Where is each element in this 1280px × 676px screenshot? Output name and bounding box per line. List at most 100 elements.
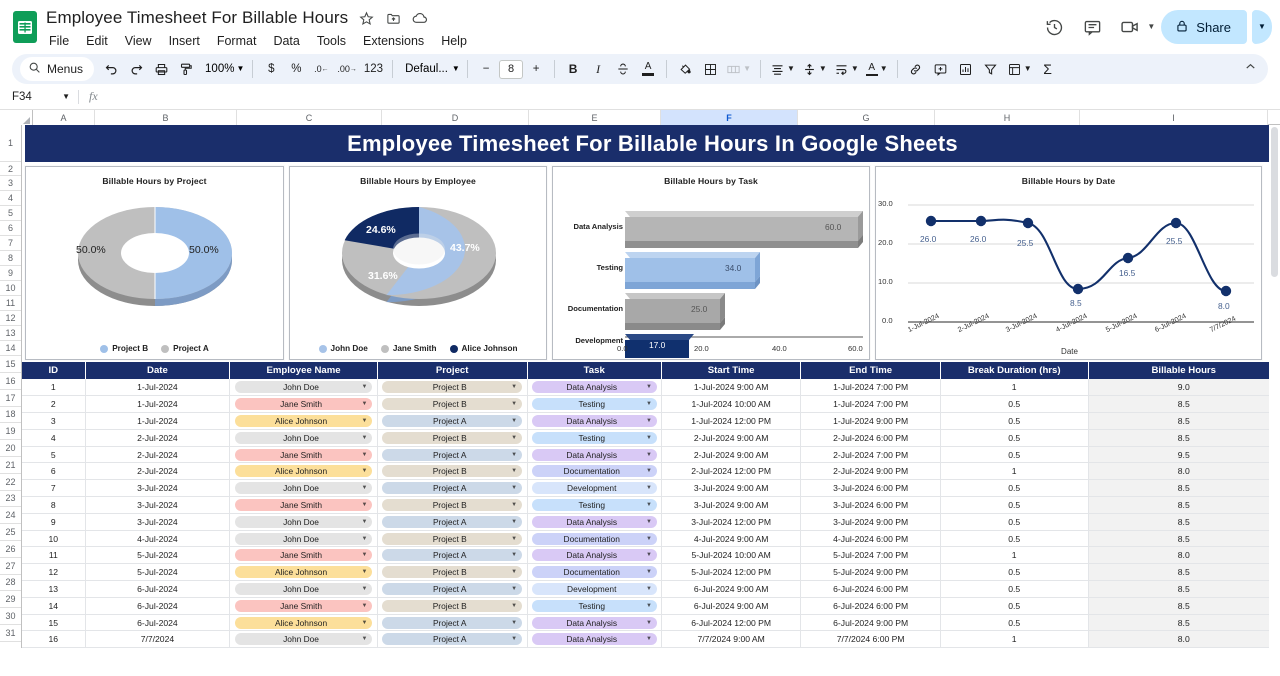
chevron-down-icon[interactable]: ▼ <box>511 435 517 441</box>
dropdown-chip[interactable]: Project A ▼ <box>382 633 523 646</box>
cell-task[interactable]: Data Analysis ▼ <box>527 513 662 531</box>
dropdown-chip[interactable]: John Doe ▼ <box>234 532 373 545</box>
cell-id[interactable]: 12 <box>22 563 86 582</box>
row-header-29[interactable]: 29 <box>0 591 21 609</box>
cell-project[interactable]: Project A ▼ <box>377 630 528 649</box>
dropdown-chip[interactable]: Project A ▼ <box>382 582 523 595</box>
version-history-icon[interactable] <box>1037 10 1071 44</box>
cell-project[interactable]: Project A ▼ <box>377 546 528 565</box>
chevron-down-icon[interactable]: ▼ <box>361 435 367 441</box>
cell-date[interactable]: 1-Jul-2024 <box>85 395 231 414</box>
th-employee[interactable]: Employee Name <box>229 362 378 379</box>
chevron-down-icon[interactable]: ▼ <box>511 569 517 575</box>
dropdown-chip[interactable]: Project B ▼ <box>382 431 523 444</box>
cell-employee[interactable]: John Doe ▼ <box>229 630 378 649</box>
cell-project[interactable]: Project A ▼ <box>377 412 528 430</box>
row-header-5[interactable]: 5 <box>0 206 21 221</box>
cell-date[interactable]: 2-Jul-2024 <box>85 429 231 447</box>
bold-button[interactable]: B <box>561 57 585 81</box>
chevron-down-icon[interactable]: ▼ <box>646 435 652 441</box>
chevron-down-icon[interactable]: ▼ <box>361 418 367 424</box>
chevron-down-icon[interactable]: ▼ <box>646 384 652 390</box>
cell-break-duration[interactable]: 0.5 <box>940 496 1089 514</box>
cell-id[interactable]: 15 <box>22 614 86 632</box>
chevron-down-icon[interactable]: ▼ <box>646 418 652 424</box>
cell-id[interactable]: 4 <box>22 429 86 447</box>
row-header-28[interactable]: 28 <box>0 575 21 592</box>
table-row[interactable]: 13 6-Jul-2024 John Doe ▼ Project A ▼ Developme… <box>22 580 1280 598</box>
cell-billable-hours[interactable]: 8.5 <box>1088 597 1280 615</box>
cell-task[interactable]: Testing ▼ <box>527 496 662 514</box>
column-header-B[interactable]: B <box>95 110 237 125</box>
cell-billable-hours[interactable]: 9.0 <box>1088 379 1280 397</box>
cell-break-duration[interactable]: 0.5 <box>940 530 1089 548</box>
vertical-scrollbar[interactable] <box>1269 125 1280 673</box>
row-header-1[interactable]: 1 <box>0 125 21 162</box>
cell-start-time[interactable]: 2-Jul-2024 9:00 AM <box>661 446 802 464</box>
name-box[interactable]: F34 ▼ <box>0 84 78 109</box>
cell-task[interactable]: Documentation ▼ <box>527 462 662 481</box>
cell-billable-hours[interactable]: 8.5 <box>1088 479 1280 498</box>
cell-break-duration[interactable]: 0.5 <box>940 597 1089 615</box>
cell-break-duration[interactable]: 0.5 <box>940 446 1089 464</box>
cell-task[interactable]: Development ▼ <box>527 580 662 598</box>
chevron-down-icon[interactable]: ▼ <box>646 569 652 575</box>
chevron-down-icon[interactable]: ▼ <box>646 636 652 642</box>
dropdown-chip[interactable]: Alice Johnson ▼ <box>234 616 373 629</box>
chevron-down-icon[interactable]: ▼ <box>511 452 517 458</box>
chevron-down-icon[interactable]: ▼ <box>646 452 652 458</box>
cell-task[interactable]: Documentation ▼ <box>527 530 662 548</box>
fill-color-icon[interactable] <box>673 57 697 81</box>
dropdown-chip[interactable]: Data Analysis ▼ <box>531 381 657 394</box>
cell-end-time[interactable]: 3-Jul-2024 6:00 PM <box>800 479 941 498</box>
cloud-saved-icon[interactable] <box>411 9 429 27</box>
cell-task[interactable]: Testing ▼ <box>527 395 662 414</box>
cell-break-duration[interactable]: 0.5 <box>940 479 1089 498</box>
table-row[interactable]: 5 2-Jul-2024 Jane Smith ▼ Project A ▼ Data Ana… <box>22 446 1280 464</box>
chart-billable-hours-by-project[interactable]: Billable Hours by Project 50.0% 50.0% Pr… <box>25 166 284 360</box>
cell-project[interactable]: Project A ▼ <box>377 614 528 632</box>
table-row[interactable]: 3 1-Jul-2024 Alice Johnson ▼ Project A ▼ Data … <box>22 412 1280 430</box>
row-header-9[interactable]: 9 <box>0 266 21 281</box>
cell-billable-hours[interactable]: 8.5 <box>1088 496 1280 514</box>
cell-end-time[interactable]: 5-Jul-2024 9:00 PM <box>800 563 941 582</box>
collapse-toolbar-icon[interactable] <box>1243 59 1258 79</box>
cell-break-duration[interactable]: 0.5 <box>940 429 1089 447</box>
table-row[interactable]: 15 6-Jul-2024 Alice Johnson ▼ Project A ▼ Data… <box>22 614 1280 632</box>
share-caret-icon[interactable]: ▼ <box>1252 10 1272 44</box>
row-header-23[interactable]: 23 <box>0 491 21 508</box>
merge-cells-icon[interactable]: ▼ <box>723 57 754 81</box>
cell-project[interactable]: Project B ▼ <box>377 597 528 615</box>
cell-task[interactable]: Data Analysis ▼ <box>527 379 662 397</box>
text-rotation-icon[interactable]: A ▼ <box>863 57 891 81</box>
cell-end-time[interactable]: 2-Jul-2024 6:00 PM <box>800 429 941 447</box>
cell-employee[interactable]: Jane Smith ▼ <box>229 446 378 464</box>
dropdown-chip[interactable]: Documentation ▼ <box>531 465 657 478</box>
chevron-down-icon[interactable]: ▼ <box>361 636 367 642</box>
cell-billable-hours[interactable]: 8.5 <box>1088 429 1280 447</box>
cell-project[interactable]: Project B ▼ <box>377 530 528 548</box>
cell-billable-hours[interactable]: 8.5 <box>1088 395 1280 414</box>
row-header-21[interactable]: 21 <box>0 457 21 474</box>
th-id[interactable]: ID <box>22 362 86 379</box>
cell-id[interactable]: 7 <box>22 479 86 498</box>
dropdown-chip[interactable]: Jane Smith ▼ <box>234 549 373 562</box>
dropdown-chip[interactable]: Project B ▼ <box>382 599 523 612</box>
cell-end-time[interactable]: 6-Jul-2024 6:00 PM <box>800 580 941 598</box>
chevron-down-icon[interactable]: ▼ <box>646 536 652 542</box>
dropdown-chip[interactable]: Documentation ▼ <box>531 532 657 545</box>
dropdown-chip[interactable]: John Doe ▼ <box>234 381 373 394</box>
cell-employee[interactable]: Alice Johnson ▼ <box>229 412 378 430</box>
vertical-align-icon[interactable]: ▼ <box>799 57 830 81</box>
chevron-down-icon[interactable]: ▼ <box>361 552 367 558</box>
row-header-30[interactable]: 30 <box>0 608 21 625</box>
row-header-20[interactable]: 20 <box>0 440 21 457</box>
cell-billable-hours[interactable]: 8.0 <box>1088 462 1280 481</box>
row-header-11[interactable]: 11 <box>0 296 21 311</box>
th-end[interactable]: End Time <box>800 362 941 379</box>
chevron-down-icon[interactable]: ▼ <box>646 519 652 525</box>
cell-billable-hours[interactable]: 8.5 <box>1088 412 1280 430</box>
cell-start-time[interactable]: 1-Jul-2024 9:00 AM <box>661 379 802 397</box>
row-header-27[interactable]: 27 <box>0 558 21 575</box>
cell-start-time[interactable]: 6-Jul-2024 9:00 AM <box>661 597 802 615</box>
